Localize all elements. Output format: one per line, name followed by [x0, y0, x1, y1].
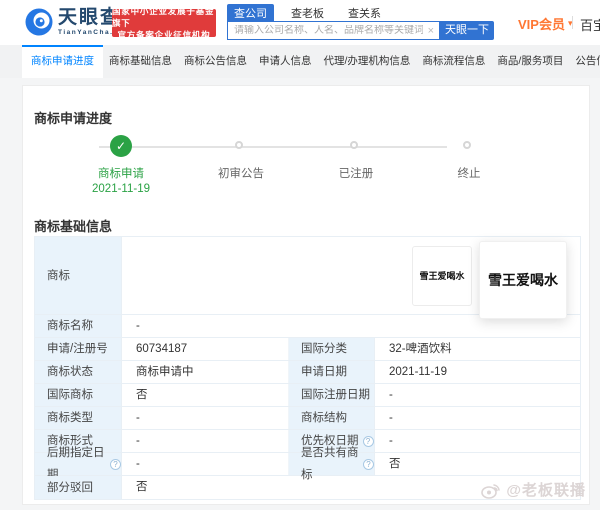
tab-goods-services[interactable]: 商品/服务项目	[491, 45, 569, 78]
search-input[interactable]	[228, 25, 423, 36]
row-value: -	[122, 407, 289, 429]
search-button[interactable]: 天眼一下	[440, 21, 494, 40]
row-value: 否	[122, 384, 289, 406]
row-value: -	[375, 407, 580, 429]
row-label: 商标	[35, 237, 122, 314]
timeline-line	[99, 146, 447, 148]
row-label: 商标类型	[35, 407, 122, 429]
help-icon[interactable]: ?	[363, 436, 374, 447]
trademark-info-table: 商标 雪王爱喝水 雪王爱喝水 商标名称 - 申请/注册号 60734187 国际…	[34, 236, 581, 500]
tab-applicant-info[interactable]: 申请人信息	[253, 45, 318, 78]
row-label: 商标结构	[289, 407, 375, 429]
certification-badge: 国家中小企业发展子基金旗下 官方备案企业征信机构	[112, 9, 216, 37]
vip-member-link[interactable]: VIP会员 ▾	[518, 14, 573, 33]
row-label: 商标状态	[35, 361, 122, 383]
row-label: 国际商标	[35, 384, 122, 406]
search-tab-boss[interactable]: 查老板	[284, 4, 331, 22]
step-label-terminated: 终止	[458, 165, 481, 181]
basic-info-section-title: 商标基础信息	[34, 216, 112, 235]
search-tab-relation[interactable]: 查关系	[341, 4, 388, 22]
table-row-trademark: 商标 雪王爱喝水 雪王爱喝水	[35, 237, 580, 315]
tab-trademark-basic-info[interactable]: 商标基础信息	[103, 45, 178, 78]
row-label: 是否共有商标 ?	[289, 453, 375, 475]
tab-agency-info[interactable]: 代理/办理机构信息	[318, 45, 417, 78]
trademark-image-area: 雪王爱喝水 雪王爱喝水	[122, 237, 580, 314]
watermark-text: @老板联播	[506, 479, 586, 500]
row-label: 国际注册日期	[289, 384, 375, 406]
trademark-image-preview[interactable]: 雪王爱喝水	[479, 241, 567, 319]
step-label-applied: 商标申请	[98, 165, 144, 181]
row-label: 商标名称	[35, 315, 122, 337]
search-type-tabs: 查公司 查老板 查关系	[227, 4, 398, 22]
row-value: 32-啤酒饮料	[375, 338, 580, 360]
help-icon[interactable]: ?	[110, 459, 121, 470]
step-todo-circle	[350, 141, 358, 149]
row-label: 后期指定日期 ?	[35, 453, 122, 475]
trademark-image-thumb[interactable]: 雪王爱喝水	[412, 246, 472, 306]
row-value: -	[122, 453, 289, 475]
header-divider	[572, 16, 573, 29]
step-label-registered: 已注册	[339, 165, 374, 181]
toolbox-link[interactable]: 百宝	[580, 15, 600, 34]
row-label: 部分驳回	[35, 476, 122, 499]
tianyancha-eye-icon	[24, 7, 54, 37]
step-todo-circle	[235, 141, 243, 149]
step-done-circle: ✓	[110, 135, 132, 157]
table-row: 国际商标 否 国际注册日期 -	[35, 384, 580, 407]
row-value: -	[122, 430, 289, 452]
row-label: 国际分类	[289, 338, 375, 360]
vip-label: VIP会员	[518, 14, 565, 33]
clear-search-icon[interactable]: ×	[423, 25, 439, 37]
check-icon: ✓	[116, 139, 126, 153]
content-card: 商标申请进度 ✓ 商标申请 初审公告 已注册 终止 2021-11-19 商标基…	[22, 85, 590, 505]
top-header: 天眼查 TianYanCha.com 国家中小企业发展子基金旗下 官方备案企业征…	[0, 0, 600, 45]
step-label-preliminary: 初审公告	[218, 165, 264, 181]
row-label: 申请/注册号	[35, 338, 122, 360]
table-row: 后期指定日期 ? - 是否共有商标 ? 否	[35, 453, 580, 476]
section-nav: 商标申请进度 商标基础信息 商标公告信息 申请人信息 代理/办理机构信息 商标流…	[0, 45, 600, 78]
row-value: 商标申请中	[122, 361, 289, 383]
row-label: 申请日期	[289, 361, 375, 383]
weibo-icon	[480, 480, 502, 500]
table-row: 申请/注册号 60734187 国际分类 32-啤酒饮料	[35, 338, 580, 361]
step-todo-circle	[463, 141, 471, 149]
tab-gazette-info[interactable]: 公告信息	[569, 45, 600, 78]
progress-section-title: 商标申请进度	[34, 108, 112, 127]
table-row: 商标类型 - 商标结构 -	[35, 407, 580, 430]
badge-line2: 官方备案企业征信机构	[117, 29, 210, 41]
help-icon[interactable]: ?	[363, 459, 374, 470]
trademark-progress-timeline: ✓ 商标申请 初审公告 已注册 终止 2021-11-19	[23, 134, 591, 209]
step-date-applied: 2021-11-19	[92, 183, 150, 195]
tab-trademark-process-info[interactable]: 商标流程信息	[416, 45, 491, 78]
row-value: -	[375, 384, 580, 406]
row-value: -	[375, 430, 580, 452]
row-value: 60734187	[122, 338, 289, 360]
weibo-watermark: @老板联播	[480, 479, 586, 500]
tab-trademark-progress[interactable]: 商标申请进度	[22, 45, 103, 78]
row-value: 否	[375, 453, 580, 475]
search-box: ×	[227, 21, 440, 40]
row-value: 2021-11-19	[375, 361, 580, 383]
table-row: 商标状态 商标申请中 申请日期 2021-11-19	[35, 361, 580, 384]
badge-line1: 国家中小企业发展子基金旗下	[112, 5, 216, 29]
search-tab-company[interactable]: 查公司	[227, 4, 274, 22]
tab-trademark-gazette-info[interactable]: 商标公告信息	[178, 45, 253, 78]
